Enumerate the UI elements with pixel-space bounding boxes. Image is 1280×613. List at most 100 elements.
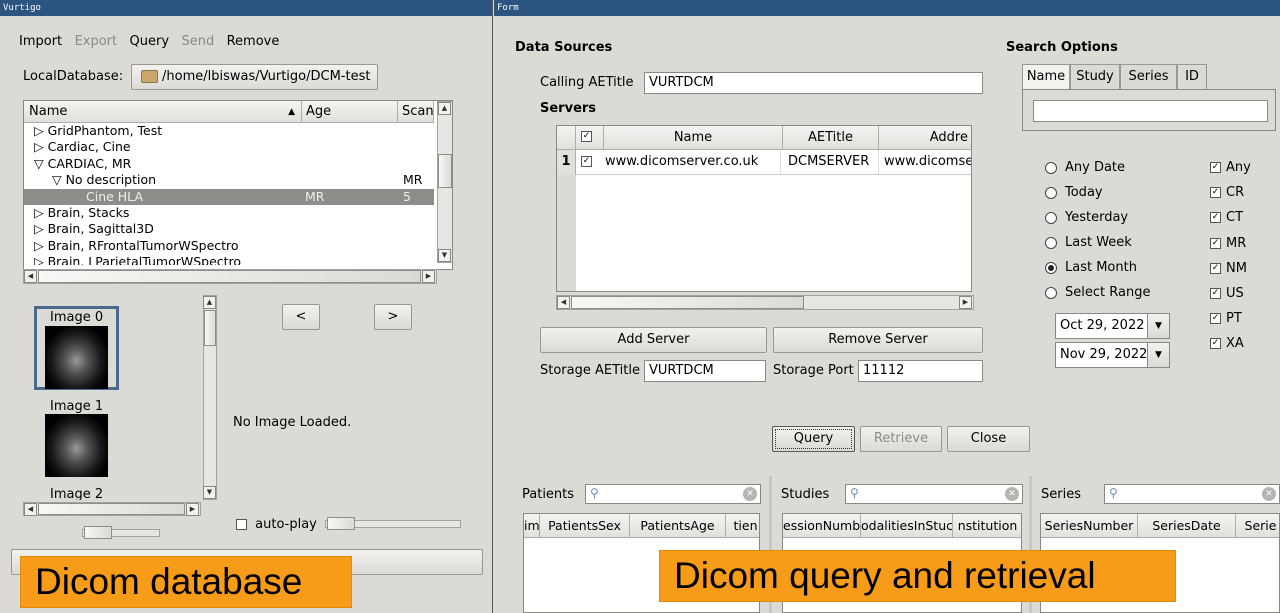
modality-any[interactable]: ✓ Any — [1210, 160, 1251, 175]
servers-header-aetitle[interactable]: AETitle — [783, 126, 879, 150]
modality-label: CT — [1226, 210, 1244, 226]
scroll-left-icon[interactable]: ◀ — [24, 270, 37, 283]
autoplay-checkbox[interactable]: auto-play — [236, 517, 317, 532]
scroll-left-icon[interactable]: ◀ — [24, 503, 37, 516]
date-option-yesterday[interactable]: Yesterday — [1045, 210, 1128, 225]
menu-remove[interactable]: Remove — [227, 34, 280, 49]
patients-col-header[interactable]: PatientsAge — [630, 514, 726, 538]
modality-cr[interactable]: ✓ CR — [1210, 185, 1244, 200]
tree-row[interactable]: ▷ Brain, Stacks — [24, 205, 434, 222]
tab-name[interactable]: Name — [1022, 64, 1070, 90]
patients-col-header[interactable]: im — [524, 514, 540, 538]
local-database-path-button[interactable]: /home/lbiswas/Vurtigo/DCM-test — [131, 64, 378, 90]
tree-hscroll-thumb[interactable] — [38, 270, 421, 283]
tree-row[interactable]: ▽ CARDIAC, MR — [24, 156, 434, 173]
modality-us[interactable]: ✓ US — [1210, 286, 1244, 301]
date-option-last-week[interactable]: Last Week — [1045, 235, 1132, 250]
from-date-combo[interactable]: Oct 29, 2022 ▼ — [1055, 313, 1170, 339]
image-thumbnail-list[interactable]: Image 0 Image 1 Image 2 — [23, 295, 203, 500]
tree-vscroll-thumb[interactable] — [438, 154, 452, 188]
menu-query[interactable]: Query — [130, 34, 170, 49]
server-row[interactable]: 1 ✓ www.dicomserver.co.uk DCMSERVER www.dico… — [557, 150, 971, 175]
tab-study[interactable]: Study — [1070, 64, 1120, 90]
patients-search-input[interactable]: ⚲ ✕ — [585, 484, 761, 504]
tree-row[interactable]: Cine HLA MR 5 — [24, 188, 434, 206]
thumbnail-vscroll-thumb[interactable] — [204, 310, 216, 346]
clear-icon[interactable]: ✕ — [1262, 487, 1276, 501]
tree-row-name: ▽ No description — [52, 172, 157, 188]
tree-row[interactable]: ▷ Brain, LParietalTumorWSpectro — [24, 254, 434, 265]
servers-table[interactable]: ✓ Name AETitle Addre 1 ✓ www.dicomserver.c… — [556, 125, 972, 292]
studies-search-input[interactable]: ⚲ ✕ — [845, 484, 1023, 504]
servers-hscroll-thumb[interactable] — [571, 296, 804, 309]
form-title-bar: Form — [494, 0, 1280, 16]
search-name-field[interactable] — [1033, 100, 1268, 122]
image-0-thumbnail[interactable] — [45, 326, 108, 389]
studies-col-header[interactable]: nstitution — [953, 514, 1021, 538]
close-button[interactable]: Close — [947, 426, 1030, 452]
clear-icon[interactable]: ✕ — [743, 487, 757, 501]
tree-header-scan[interactable]: Scan — [398, 101, 434, 123]
scroll-up-icon[interactable]: ▲ — [438, 102, 451, 115]
modality-pt[interactable]: ✓ PT — [1210, 311, 1242, 326]
scroll-right-icon[interactable]: ▶ — [959, 296, 972, 309]
series-col-header[interactable]: SeriesDate — [1138, 514, 1236, 538]
storage-aetitle-label: Storage AETitle — [540, 363, 640, 378]
date-option-last-month[interactable]: Last Month — [1045, 260, 1137, 275]
vurtigo-title-bar: Vurtigo — [0, 0, 492, 16]
series-col-header[interactable]: SeriesNumber — [1041, 514, 1138, 538]
studies-col-header[interactable]: odalitiesInStuc — [861, 514, 953, 538]
studies-col-header[interactable]: essionNumb — [783, 514, 861, 538]
patients-col-header[interactable]: tien — [726, 514, 759, 538]
thumbnail-hscroll-thumb[interactable] — [38, 503, 185, 515]
servers-header-name[interactable]: Name — [604, 126, 783, 150]
scroll-right-icon[interactable]: ▶ — [186, 503, 199, 516]
scroll-down-icon[interactable]: ▼ — [203, 486, 216, 499]
scroll-right-icon[interactable]: ▶ — [422, 270, 435, 283]
tab-series[interactable]: Series — [1120, 64, 1177, 90]
modality-ct[interactable]: ✓ CT — [1210, 210, 1243, 225]
date-option-today[interactable]: Today — [1045, 185, 1103, 200]
storage-aetitle-field[interactable]: VURTDCM — [644, 360, 766, 382]
tree-header-name[interactable]: Name ▲ — [24, 101, 302, 123]
study-tree[interactable]: Name ▲ Age Scan ▷ GridPhantom, Test ▷ Car… — [23, 100, 453, 270]
to-date-combo[interactable]: Nov 29, 2022 ▼ — [1055, 342, 1170, 368]
select-all-checkbox[interactable]: ✓ — [581, 131, 592, 142]
series-search-input[interactable]: ⚲ ✕ — [1104, 484, 1280, 504]
remove-server-button[interactable]: Remove Server — [773, 327, 983, 353]
tree-row[interactable]: ▽ No description MR — [24, 172, 434, 189]
patients-col-header[interactable]: PatientsSex — [540, 514, 630, 538]
scroll-up-icon[interactable]: ▲ — [203, 296, 216, 309]
calling-aetitle-field[interactable]: VURTDCM — [644, 72, 983, 94]
server-row-checkbox[interactable]: ✓ — [581, 150, 592, 174]
zoom-slider-handle[interactable] — [84, 526, 112, 539]
menu-import[interactable]: Import — [19, 34, 62, 49]
tree-header-age[interactable]: Age — [302, 101, 398, 123]
tree-row[interactable]: ▷ Brain, Sagittal3D — [24, 221, 434, 238]
prev-image-button[interactable]: < — [282, 304, 320, 330]
speed-slider-handle[interactable] — [327, 517, 355, 530]
chevron-down-icon[interactable]: ▼ — [1147, 343, 1169, 367]
tree-row[interactable]: ▷ GridPhantom, Test — [24, 123, 434, 140]
storage-port-field[interactable]: 11112 — [858, 360, 983, 382]
tree-row[interactable]: ▷ Brain, RFrontalTumorWSpectro — [24, 238, 434, 255]
scroll-down-icon[interactable]: ▼ — [438, 249, 451, 262]
modality-xa[interactable]: ✓ XA — [1210, 336, 1244, 351]
date-option-any-date[interactable]: Any Date — [1045, 160, 1125, 175]
query-button[interactable]: Query — [772, 426, 855, 452]
series-col-header[interactable]: Serie — [1236, 514, 1279, 538]
clear-icon[interactable]: ✕ — [1005, 487, 1019, 501]
servers-header-checkbox[interactable]: ✓ — [576, 126, 604, 150]
add-server-button[interactable]: Add Server — [540, 327, 767, 353]
tab-id[interactable]: ID — [1177, 64, 1207, 90]
modality-mr[interactable]: ✓ MR — [1210, 236, 1246, 251]
chevron-down-icon[interactable]: ▼ — [1147, 314, 1169, 338]
servers-header-address[interactable]: Addre — [879, 126, 971, 150]
scroll-left-icon[interactable]: ◀ — [557, 296, 570, 309]
date-option-select-range[interactable]: Select Range — [1045, 285, 1150, 300]
no-image-text: No Image Loaded. — [233, 415, 352, 430]
modality-nm[interactable]: ✓ NM — [1210, 261, 1247, 276]
tree-row[interactable]: ▷ Cardiac, Cine — [24, 139, 434, 156]
next-image-button[interactable]: > — [374, 304, 412, 330]
image-1-thumbnail[interactable] — [45, 414, 108, 477]
